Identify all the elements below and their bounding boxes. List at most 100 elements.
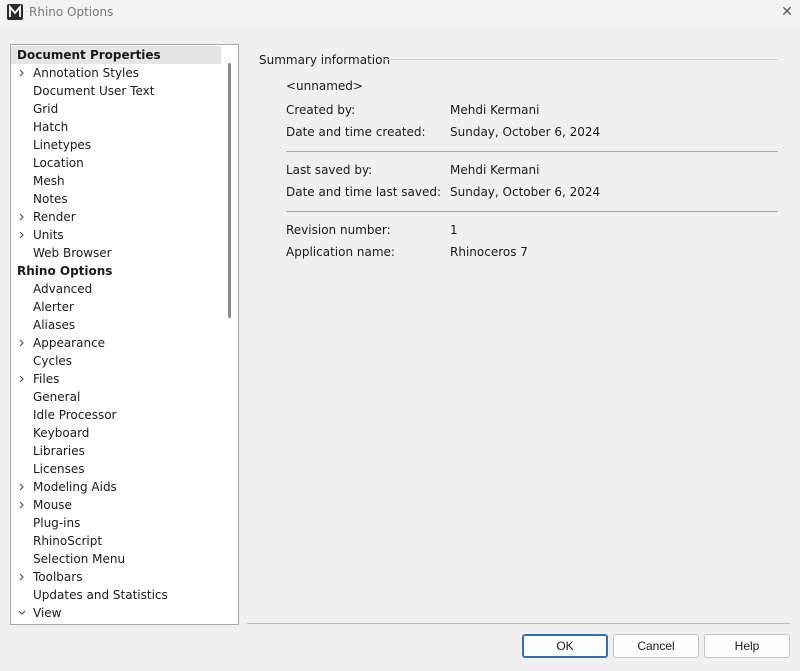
created-date-label: Date and time created: (286, 125, 426, 139)
tree-item-label: Grid (33, 102, 59, 116)
tree-item-plug-ins[interactable]: Plug-ins (11, 514, 221, 532)
tree-item-label: Files (33, 372, 60, 386)
tree-item-mouse[interactable]: Mouse (11, 496, 221, 514)
tree-item-updates-and-statistics[interactable]: Updates and Statistics (11, 586, 221, 604)
application-row: Application name: Rhinoceros 7 (286, 243, 766, 261)
saved-date-label: Date and time last saved: (286, 185, 442, 199)
tree-item-grid[interactable]: Grid (11, 100, 221, 118)
tree-item-label: Hatch (33, 120, 69, 134)
saved-date-value: Sunday, October 6, 2024 (450, 185, 601, 199)
chevron-down-icon[interactable] (17, 604, 27, 622)
tree-item-rhinoscript[interactable]: RhinoScript (11, 532, 221, 550)
tree-item-modeling-aids[interactable]: Modeling Aids (11, 478, 221, 496)
saved-by-row: Last saved by: Mehdi Kermani (286, 161, 766, 179)
tree-item-general[interactable]: General (11, 388, 221, 406)
tree-item-mesh[interactable]: Mesh (11, 172, 221, 190)
tree-item-document-properties[interactable]: Document Properties (11, 46, 221, 64)
tree-item-label: RhinoScript (33, 534, 103, 548)
chevron-right-icon[interactable] (17, 208, 27, 226)
saved-by-label: Last saved by: (286, 163, 373, 177)
chevron-right-icon[interactable] (17, 334, 27, 352)
tree-item-label: Units (33, 228, 64, 242)
options-tree[interactable]: Document Properties Annotation Styles Docu… (10, 44, 239, 625)
chevron-right-icon[interactable] (17, 496, 27, 514)
ok-button[interactable]: OK (522, 634, 608, 658)
revision-label: Revision number: (286, 223, 391, 237)
tree-item-label: Toolbars (33, 570, 83, 584)
tree-item-label: General (33, 390, 81, 404)
tree-item-selection-menu[interactable]: Selection Menu (11, 550, 221, 568)
tree-item-label: Cycles (33, 354, 73, 368)
saved-by-value: Mehdi Kermani (450, 163, 540, 177)
tree-item-label: Aliases (33, 318, 76, 332)
application-label: Application name: (286, 245, 395, 259)
tree-scrollbar[interactable] (228, 63, 231, 318)
tree-item-label: Libraries (33, 444, 85, 458)
chevron-right-icon[interactable] (17, 226, 27, 244)
close-icon[interactable]: ✕ (778, 3, 796, 21)
tree-item-label: Advanced (33, 282, 93, 296)
summary-panel: Summary information <unnamed> Created by… (247, 44, 787, 624)
created-date-row: Date and time created: Sunday, October 6… (286, 123, 766, 141)
revision-value: 1 (450, 223, 458, 237)
tree-item-rhino-options[interactable]: Rhino Options (11, 262, 221, 280)
tree-item-hatch[interactable]: Hatch (11, 118, 221, 136)
tree-item-toolbars[interactable]: Toolbars (11, 568, 221, 586)
tree-item-label: Linetypes (33, 138, 92, 152)
tree-item-label: Mesh (33, 174, 65, 188)
chevron-right-icon[interactable] (17, 568, 27, 586)
chevron-right-icon[interactable] (17, 64, 27, 82)
tree-item-view[interactable]: View (11, 604, 221, 622)
tree-item-location[interactable]: Location (11, 154, 221, 172)
window-title: Rhino Options (29, 5, 114, 19)
tree-item-label: View (33, 606, 62, 620)
created-date-value: Sunday, October 6, 2024 (450, 125, 601, 139)
tree-item-label: Mouse (33, 498, 72, 512)
group-divider (383, 59, 777, 60)
rhino-logo-icon (7, 4, 23, 20)
tree-item-licenses[interactable]: Licenses (11, 460, 221, 478)
tree-item-label: Selection Menu (33, 552, 126, 566)
tree-item-keyboard[interactable]: Keyboard (11, 424, 221, 442)
tree-item-alerter[interactable]: Alerter (11, 298, 221, 316)
tree-item-advanced[interactable]: Advanced (11, 280, 221, 298)
tree-item-label: Document Properties (17, 48, 161, 62)
tree-item-units[interactable]: Units (11, 226, 221, 244)
tree-item-web-browser[interactable]: Web Browser (11, 244, 221, 262)
help-button[interactable]: Help (704, 634, 790, 658)
tree-item-appearance[interactable]: Appearance (11, 334, 221, 352)
chevron-right-icon[interactable] (17, 370, 27, 388)
tree-item-label: Rhino Options (17, 264, 113, 278)
cancel-button[interactable]: Cancel (613, 634, 699, 658)
tree-item-libraries[interactable]: Libraries (11, 442, 221, 460)
revision-row: Revision number: 1 (286, 221, 766, 239)
created-by-row: Created by: Mehdi Kermani (286, 101, 766, 119)
tree-item-annotation-styles[interactable]: Annotation Styles (11, 64, 221, 82)
tree-item-label: Plug-ins (33, 516, 81, 530)
tree-item-idle-processor[interactable]: Idle Processor (11, 406, 221, 424)
group-title: Summary information (259, 53, 391, 67)
tree-item-label: Updates and Statistics (33, 588, 168, 602)
tree-item-notes[interactable]: Notes (11, 190, 221, 208)
application-value: Rhinoceros 7 (450, 245, 528, 259)
created-by-value: Mehdi Kermani (450, 103, 540, 117)
title-bar: Rhino Options ✕ (0, 0, 800, 26)
chevron-right-icon[interactable] (17, 478, 27, 496)
tree-item-files[interactable]: Files (11, 370, 221, 388)
tree-item-label: Idle Processor (33, 408, 117, 422)
tree-item-label: Document User Text (33, 84, 155, 98)
tree-item-document-user-text[interactable]: Document User Text (11, 82, 221, 100)
tree-item-label: Render (33, 210, 76, 224)
tree-item-aliases[interactable]: Aliases (11, 316, 221, 334)
tree-item-label: Keyboard (33, 426, 90, 440)
tree-item-cycles[interactable]: Cycles (11, 352, 221, 370)
tree-item-label: Modeling Aids (33, 480, 117, 494)
tree-item-label: Alerter (33, 300, 74, 314)
separator (286, 151, 778, 152)
tree-item-render[interactable]: Render (11, 208, 221, 226)
tree-item-label: Web Browser (33, 246, 112, 260)
tree-item-label: Appearance (33, 336, 106, 350)
saved-date-row: Date and time last saved: Sunday, Octobe… (286, 183, 766, 201)
tree-item-linetypes[interactable]: Linetypes (11, 136, 221, 154)
separator (286, 211, 778, 212)
